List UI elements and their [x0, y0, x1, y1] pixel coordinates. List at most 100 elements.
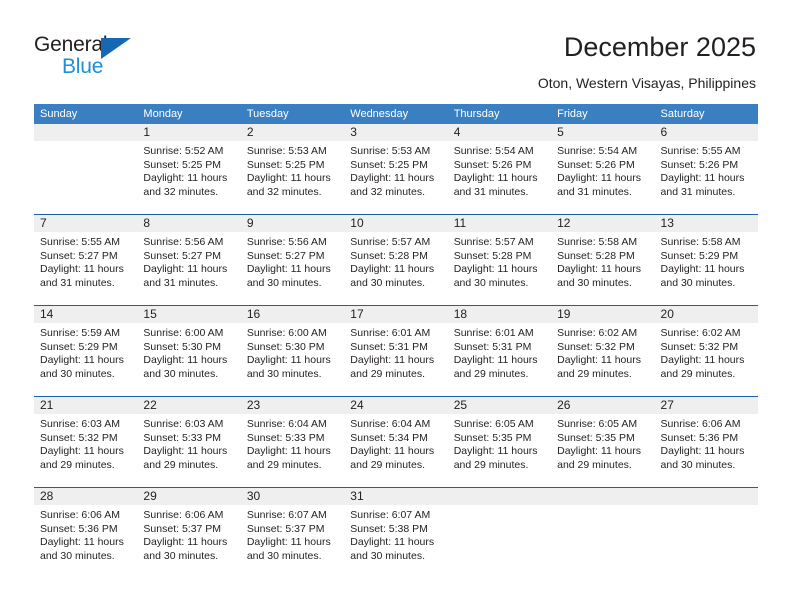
calendar-day-cell[interactable]: 5 Sunrise: 5:54 AM Sunset: 5:26 PM Daylight…: [551, 124, 655, 214]
daylight-duration-line2: and 30 minutes.: [246, 276, 322, 289]
calendar-day-cell[interactable]: 29 Sunrise: 6:06 AM Sunset: 5:37 PM Dayligh…: [137, 488, 241, 578]
daylight-duration-line2: and 30 minutes.: [660, 276, 736, 289]
calendar-day-cell[interactable]: 23 Sunrise: 6:04 AM Sunset: 5:33 PM Dayligh…: [240, 397, 345, 487]
calendar-day-cell[interactable]: 21 Sunrise: 6:03 AM Sunset: 5:32 PM Dayligh…: [34, 397, 138, 487]
sunset-time: Sunset: 5:36 PM: [660, 431, 739, 444]
day-details: Sunrise: 5:59 AM Sunset: 5:29 PM Daylight:…: [34, 323, 137, 381]
sunrise-time: Sunrise: 5:55 AM: [40, 236, 120, 248]
day-number: 2: [240, 124, 345, 141]
sunset-time: Sunset: 5:33 PM: [143, 431, 222, 444]
calendar-day-cell[interactable]: 14 Sunrise: 5:59 AM Sunset: 5:29 PM Dayligh…: [34, 306, 138, 396]
daylight-duration-line2: and 32 minutes.: [350, 185, 425, 198]
calendar-day-cell[interactable]: 30 Sunrise: 6:07 AM Sunset: 5:37 PM Dayligh…: [240, 488, 345, 578]
calendar-day-cell[interactable]: 25 Sunrise: 6:05 AM Sunset: 5:35 PM Dayligh…: [447, 397, 552, 487]
sunrise-time: Sunrise: 6:06 AM: [143, 509, 224, 521]
day-details: Sunrise: 5:52 AM Sunset: 5:25 PM Daylight:…: [137, 141, 240, 199]
calendar-day-cell[interactable]: 18 Sunrise: 6:01 AM Sunset: 5:31 PM Dayligh…: [447, 306, 552, 396]
daylight-duration-line1: Daylight: 11 hours: [660, 263, 745, 276]
day-details: Sunrise: 6:00 AM Sunset: 5:30 PM Daylight:…: [241, 323, 344, 381]
calendar-day-cell-empty: [34, 124, 138, 214]
day-number: 27: [654, 397, 758, 414]
sunrise-time: Sunrise: 6:05 AM: [557, 418, 638, 430]
sunrise-time: Sunrise: 6:03 AM: [40, 418, 120, 430]
daylight-duration-line1: Daylight: 11 hours: [40, 536, 124, 549]
calendar-day-cell[interactable]: 9 Sunrise: 5:56 AM Sunset: 5:27 PM Daylight…: [240, 215, 345, 305]
calendar-day-cell[interactable]: 24 Sunrise: 6:04 AM Sunset: 5:34 PM Dayligh…: [344, 397, 448, 487]
calendar-week-row: 14 Sunrise: 5:59 AM Sunset: 5:29 PM Dayligh…: [34, 305, 758, 396]
daylight-duration-line2: and 29 minutes.: [143, 458, 219, 471]
logo-text-blue: Blue: [62, 55, 104, 78]
calendar-day-cell[interactable]: 28 Sunrise: 6:06 AM Sunset: 5:36 PM Dayligh…: [34, 488, 138, 578]
weekday-header-thursday: Thursday: [453, 108, 500, 120]
calendar-day-cell[interactable]: 15 Sunrise: 6:00 AM Sunset: 5:30 PM Dayligh…: [137, 306, 241, 396]
calendar-day-cell[interactable]: 26 Sunrise: 6:05 AM Sunset: 5:35 PM Dayligh…: [551, 397, 655, 487]
calendar-day-cell[interactable]: 3 Sunrise: 5:53 AM Sunset: 5:25 PM Daylight…: [344, 124, 448, 214]
daylight-duration-line2: and 32 minutes.: [143, 185, 219, 198]
sunset-time: Sunset: 5:25 PM: [350, 158, 428, 171]
page-title: December 2025: [563, 32, 756, 62]
calendar-day-cell[interactable]: 20 Sunrise: 6:02 AM Sunset: 5:32 PM Dayligh…: [654, 306, 758, 396]
calendar-day-cell[interactable]: 11 Sunrise: 5:57 AM Sunset: 5:28 PM Dayligh…: [447, 215, 552, 305]
calendar-day-cell[interactable]: 7 Sunrise: 5:55 AM Sunset: 5:27 PM Daylight…: [34, 215, 138, 305]
day-number: 25: [447, 397, 552, 414]
daylight-duration-line1: Daylight: 11 hours: [660, 445, 745, 458]
daylight-duration-line2: and 29 minutes.: [40, 458, 115, 471]
calendar-day-cell[interactable]: 4 Sunrise: 5:54 AM Sunset: 5:26 PM Daylight…: [447, 124, 552, 214]
daylight-duration-line2: and 29 minutes.: [350, 458, 425, 471]
sunset-time: Sunset: 5:27 PM: [246, 249, 325, 262]
sunset-time: Sunset: 5:27 PM: [143, 249, 222, 262]
calendar-day-cell[interactable]: 27 Sunrise: 6:06 AM Sunset: 5:36 PM Dayligh…: [654, 397, 758, 487]
daylight-duration-line2: and 31 minutes.: [660, 185, 736, 198]
weekday-header-wednesday: Wednesday: [350, 108, 409, 120]
calendar-day-cell[interactable]: 22 Sunrise: 6:03 AM Sunset: 5:33 PM Dayligh…: [137, 397, 241, 487]
sunset-time: Sunset: 5:34 PM: [350, 431, 428, 444]
daylight-duration-line1: Daylight: 11 hours: [350, 263, 435, 276]
daylight-duration-line1: Daylight: 11 hours: [246, 263, 331, 276]
calendar-week-row: 28 Sunrise: 6:06 AM Sunset: 5:36 PM Dayligh…: [34, 487, 758, 578]
day-details: Sunrise: 5:57 AM Sunset: 5:28 PM Daylight:…: [448, 232, 551, 290]
logo-triangle-icon: [101, 38, 131, 59]
daylight-duration-line2: and 30 minutes.: [557, 276, 632, 289]
day-number: 12: [551, 215, 655, 232]
sunset-time: Sunset: 5:30 PM: [143, 340, 222, 353]
calendar-day-cell[interactable]: 16 Sunrise: 6:00 AM Sunset: 5:30 PM Dayligh…: [240, 306, 345, 396]
daylight-duration-line1: Daylight: 11 hours: [350, 536, 435, 549]
daylight-duration-line1: Daylight: 11 hours: [40, 445, 124, 458]
sunrise-time: Sunrise: 5:53 AM: [350, 145, 431, 157]
day-number: 4: [447, 124, 552, 141]
sunset-time: Sunset: 5:33 PM: [246, 431, 325, 444]
sunset-time: Sunset: 5:28 PM: [350, 249, 428, 262]
calendar-day-cell[interactable]: 1 Sunrise: 5:52 AM Sunset: 5:25 PM Daylight…: [137, 124, 241, 214]
calendar-day-cell[interactable]: 2 Sunrise: 5:53 AM Sunset: 5:25 PM Daylight…: [240, 124, 345, 214]
day-number: 18: [447, 306, 552, 323]
calendar-day-cell[interactable]: 6 Sunrise: 5:55 AM Sunset: 5:26 PM Daylight…: [654, 124, 758, 214]
calendar-day-cell[interactable]: 17 Sunrise: 6:01 AM Sunset: 5:31 PM Dayligh…: [344, 306, 448, 396]
calendar-day-cell[interactable]: 8 Sunrise: 5:56 AM Sunset: 5:27 PM Daylight…: [137, 215, 241, 305]
daylight-duration-line2: and 30 minutes.: [40, 549, 115, 562]
sunset-time: Sunset: 5:28 PM: [557, 249, 635, 262]
sunrise-time: Sunrise: 5:52 AM: [143, 145, 224, 157]
sunrise-time: Sunrise: 5:57 AM: [350, 236, 431, 248]
day-details: Sunrise: 6:05 AM Sunset: 5:35 PM Daylight:…: [448, 414, 551, 472]
daylight-duration-line1: Daylight: 11 hours: [453, 354, 538, 367]
sunrise-time: Sunrise: 5:58 AM: [557, 236, 638, 248]
calendar-day-cell[interactable]: 13 Sunrise: 5:58 AM Sunset: 5:29 PM Dayligh…: [654, 215, 758, 305]
calendar-day-cell[interactable]: 12 Sunrise: 5:58 AM Sunset: 5:28 PM Dayligh…: [551, 215, 655, 305]
calendar-day-cell[interactable]: 31 Sunrise: 6:07 AM Sunset: 5:38 PM Dayligh…: [344, 488, 448, 578]
day-details: Sunrise: 5:53 AM Sunset: 5:25 PM Daylight:…: [241, 141, 344, 199]
daylight-duration-line1: Daylight: 11 hours: [246, 536, 331, 549]
daylight-duration-line1: Daylight: 11 hours: [40, 263, 124, 276]
sunset-time: Sunset: 5:37 PM: [143, 522, 222, 535]
calendar-day-cell[interactable]: 19 Sunrise: 6:02 AM Sunset: 5:32 PM Dayligh…: [551, 306, 655, 396]
day-number: 11: [447, 215, 552, 232]
day-details: Sunrise: 6:01 AM Sunset: 5:31 PM Daylight:…: [344, 323, 447, 381]
daylight-duration-line1: Daylight: 11 hours: [660, 354, 745, 367]
daylight-duration-line1: Daylight: 11 hours: [246, 172, 331, 185]
calendar-day-cell[interactable]: 10 Sunrise: 5:57 AM Sunset: 5:28 PM Dayligh…: [344, 215, 448, 305]
day-details: Sunrise: 6:04 AM Sunset: 5:34 PM Daylight:…: [344, 414, 447, 472]
daylight-duration-line2: and 29 minutes.: [453, 458, 529, 471]
day-number: 20: [654, 306, 758, 323]
day-details: Sunrise: 6:03 AM Sunset: 5:32 PM Daylight:…: [34, 414, 137, 472]
sunrise-time: Sunrise: 5:54 AM: [557, 145, 638, 157]
daylight-duration-line2: and 30 minutes.: [143, 549, 219, 562]
